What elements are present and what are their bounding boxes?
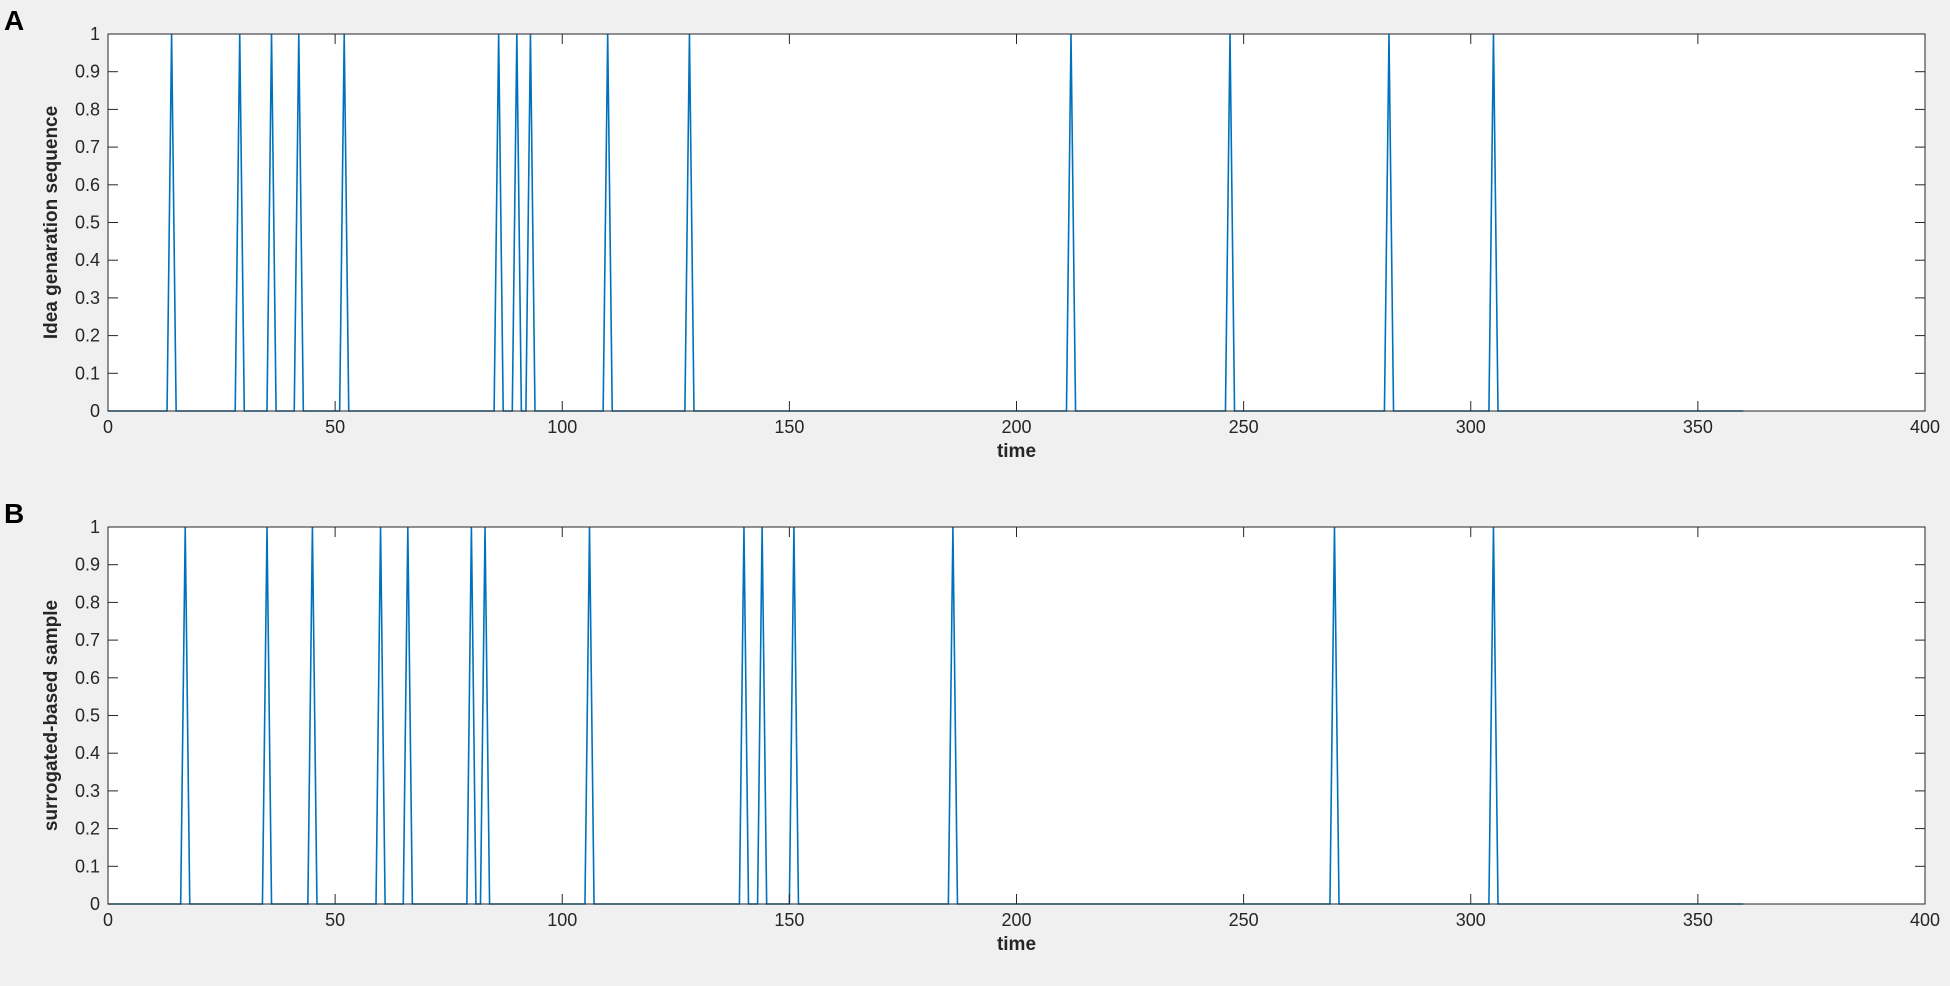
panel-a-y-tick-label: 0.6	[75, 175, 100, 195]
panel-a-y-tick-label: 0.7	[75, 137, 100, 157]
panel-a-x-tick-label: 200	[1001, 417, 1031, 437]
panel-b-x-tick-label: 0	[103, 910, 113, 930]
panel-b-x-tick-label: 250	[1229, 910, 1259, 930]
panel-b-x-axis-label: time	[997, 934, 1036, 955]
panel-a-y-axis-label: Idea genaration sequence	[41, 106, 62, 339]
panel-a-x-tick-label: 300	[1456, 417, 1486, 437]
panel-a-x-tick-label: 350	[1683, 417, 1713, 437]
panel-b-x-tick-label: 50	[325, 910, 345, 930]
panel-b-letter: B	[4, 498, 24, 529]
panel-b-x-tick-label: 300	[1456, 910, 1486, 930]
panel-a-x-tick-label: 400	[1910, 417, 1940, 437]
panel-a-y-tick-label: 0	[90, 401, 100, 421]
panel-b-plot: B 0 50 100 150 200 250 300 350 400 0 0.1 0.2 0.3 0.4 0.…	[4, 498, 1940, 955]
panel-b-y-tick-label: 1	[90, 517, 100, 537]
panel-a-plot: A 0 50 100 150 200 250 300 350 400 0 0.1 0.2 0.3 0.4 0.…	[4, 5, 1940, 462]
panel-a-y-tick-label: 1	[90, 24, 100, 44]
panel-a-y-tick-label: 0.3	[75, 288, 100, 308]
panel-a-y-tick-label: 0.4	[75, 250, 100, 270]
panel-b-y-axis-label: surrogated-based sample	[41, 600, 62, 831]
panel-a-y-tick-label: 0.1	[75, 363, 100, 383]
panel-b-x-tick-label: 100	[547, 910, 577, 930]
panel-a-x-tick-label: 100	[547, 417, 577, 437]
figure: A 0 50 100 150 200 250 300 350 400 0 0.1 0.2 0.3 0.4 0.…	[0, 0, 1950, 986]
panel-b-y-tick-label: 0.4	[75, 743, 100, 763]
panel-a-x-tick-label: 50	[325, 417, 345, 437]
panel-b-x-tick-label: 400	[1910, 910, 1940, 930]
panel-b-y-tick-label: 0.2	[75, 819, 100, 839]
panel-b-y-tick-label: 0.6	[75, 668, 100, 688]
panel-b-y-tick-label: 0.5	[75, 706, 100, 726]
panel-a-y-tick-label: 0.8	[75, 99, 100, 119]
panel-b-y-tick-label: 0.9	[75, 555, 100, 575]
panel-b-y-tick-label: 0.3	[75, 781, 100, 801]
panel-a-axes-background	[108, 34, 1925, 411]
panel-a-y-tick-label: 0.2	[75, 326, 100, 346]
panel-b-x-tick-label: 150	[774, 910, 804, 930]
panel-b-x-tick-label: 350	[1683, 910, 1713, 930]
panel-b-y-tick-label: 0.7	[75, 630, 100, 650]
panel-b-y-tick-label: 0.1	[75, 856, 100, 876]
panel-a-letter: A	[4, 5, 24, 36]
panel-a-x-tick-label: 250	[1229, 417, 1259, 437]
panel-b-y-tick-label: 0	[90, 894, 100, 914]
panel-a-x-tick-label: 0	[103, 417, 113, 437]
panel-a-x-axis-label: time	[997, 441, 1036, 462]
panel-a-x-tick-label: 150	[774, 417, 804, 437]
panel-b-y-tick-label: 0.8	[75, 592, 100, 612]
panel-a-y-tick-label: 0.9	[75, 62, 100, 82]
panel-b-x-tick-label: 200	[1001, 910, 1031, 930]
panel-a-y-tick-label: 0.5	[75, 213, 100, 233]
